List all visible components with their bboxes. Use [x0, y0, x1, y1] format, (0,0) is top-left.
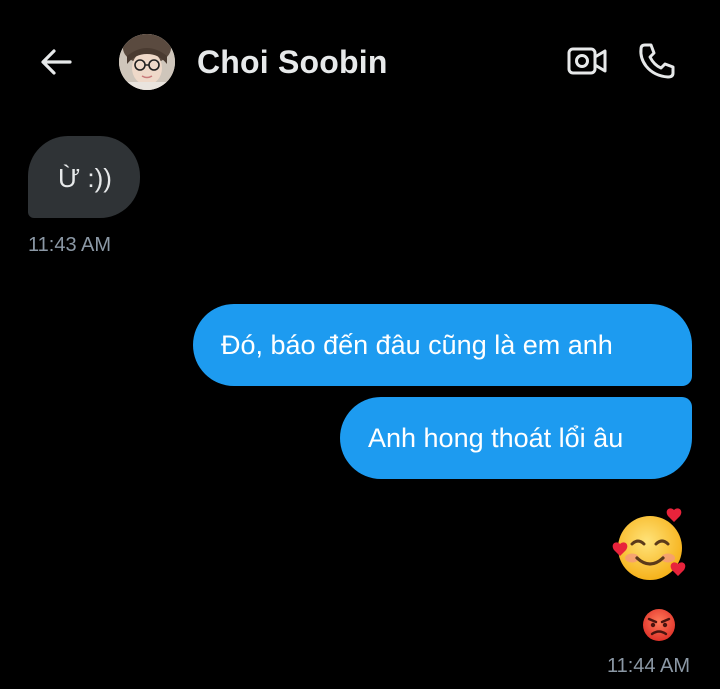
message-timestamp: 11:43 AM	[28, 234, 112, 256]
message-text: Đó, báo đến đâu cũng là em anh	[221, 330, 613, 360]
conversation-header: Choi Soobin	[0, 0, 720, 125]
outgoing-message-bubble[interactable]: Anh hong thoát lổi âu	[340, 397, 692, 479]
incoming-message-bubble[interactable]: Ừ :))	[28, 136, 140, 218]
angry-face-reaction-icon[interactable]	[640, 606, 678, 644]
message-timestamp: 11:44 AM	[606, 655, 690, 677]
video-call-icon[interactable]	[566, 42, 608, 80]
message-text: Ừ :))	[58, 163, 112, 193]
message-text: Anh hong thoát lổi âu	[368, 423, 624, 453]
phone-call-icon[interactable]	[636, 40, 678, 82]
contact-name[interactable]: Choi Soobin	[197, 44, 388, 81]
back-arrow-icon[interactable]	[36, 44, 76, 80]
outgoing-message-bubble[interactable]: Đó, báo đến đâu cũng là em anh	[193, 304, 692, 386]
smiling-face-with-hearts-emoji[interactable]	[612, 506, 692, 586]
contact-avatar[interactable]	[119, 34, 175, 90]
